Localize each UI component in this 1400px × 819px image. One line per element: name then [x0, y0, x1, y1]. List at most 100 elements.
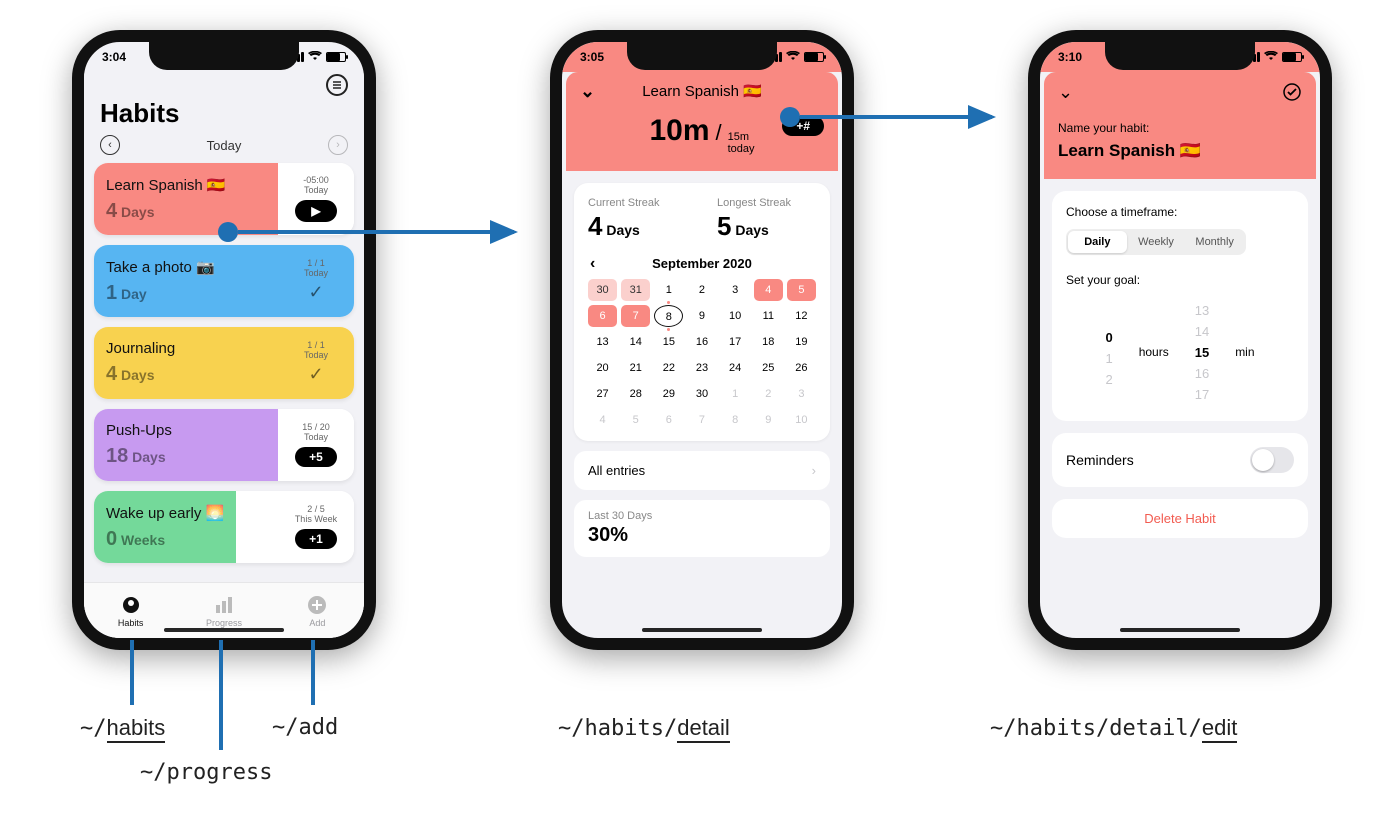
calendar-day[interactable]: 3 [721, 279, 750, 301]
streak-value: 5 Days [717, 211, 816, 242]
play-button[interactable]: ▶ [295, 200, 336, 222]
calendar-day[interactable]: 10 [721, 305, 750, 327]
seg-weekly[interactable]: Weekly [1127, 231, 1186, 253]
progress-goal: 15mtoday [728, 131, 755, 155]
calendar-day[interactable]: 23 [687, 357, 716, 379]
minutes-wheel[interactable]: 1314 15 1617 [1195, 303, 1209, 402]
chevron-right-icon: › [812, 463, 816, 478]
habit-card[interactable]: Learn Spanish 🇪🇸 4 Days -05:00Today ▶ [94, 163, 354, 235]
goal-picker[interactable]: 0 12 hours 1314 15 1617 min [1066, 297, 1294, 407]
calendar-day[interactable]: 24 [721, 357, 750, 379]
streak-label: Longest Streak [717, 197, 816, 209]
add-entry-button[interactable]: +# [782, 116, 824, 136]
calendar-day[interactable]: 25 [754, 357, 783, 379]
name-input[interactable]: Learn Spanish 🇪🇸 [1058, 141, 1302, 161]
progress-icon [213, 594, 235, 616]
calendar-day[interactable]: 18 [754, 331, 783, 353]
tab-label: Progress [206, 618, 242, 628]
habit-title: Push-Ups [106, 422, 266, 439]
status-time: 3:10 [1058, 50, 1082, 64]
phone-habits-list: 3:04 Habits ‹ Today › Learn Spanish 🇪🇸 4… [72, 30, 376, 650]
seg-monthly[interactable]: Monthly [1185, 231, 1244, 253]
calendar-day[interactable]: 9 [754, 409, 783, 431]
menu-icon[interactable] [326, 74, 348, 96]
calendar-day[interactable]: 13 [588, 331, 617, 353]
calendar-day[interactable]: 19 [787, 331, 816, 353]
calendar-day[interactable]: 28 [621, 383, 650, 405]
delete-habit-button[interactable]: Delete Habit [1052, 499, 1308, 538]
calendar-day[interactable]: 7 [687, 409, 716, 431]
dismiss-grabber-icon[interactable]: ⌄ [1058, 82, 1073, 107]
calendar-day[interactable]: 10 [787, 409, 816, 431]
calendar-day[interactable]: 5 [787, 279, 816, 301]
calendar-day[interactable]: 31 [621, 279, 650, 301]
calendar-day[interactable]: 1 [654, 279, 683, 301]
confirm-button[interactable] [1282, 82, 1302, 107]
habit-card[interactable]: Journaling 4 Days 1 / 1Today ✓ [94, 327, 354, 399]
prev-month-button[interactable]: ‹ [590, 255, 595, 273]
calendar-day[interactable]: 15 [654, 331, 683, 353]
calendar-day[interactable]: 2 [687, 279, 716, 301]
calendar-day[interactable]: 5 [621, 409, 650, 431]
calendar-day[interactable]: 20 [588, 357, 617, 379]
phone-habit-detail: 3:05 ⌄ Learn Spanish 🇪🇸 10m / 15mtoday +… [550, 30, 854, 650]
calendar-day[interactable]: 22 [654, 357, 683, 379]
calendar-day[interactable]: 30 [687, 383, 716, 405]
all-entries-row[interactable]: All entries › [574, 451, 830, 490]
calendar-day[interactable]: 17 [721, 331, 750, 353]
wifi-icon [1264, 50, 1278, 64]
hours-wheel[interactable]: 0 12 [1105, 318, 1112, 387]
seg-daily[interactable]: Daily [1068, 231, 1127, 253]
check-icon[interactable]: ✓ [308, 282, 323, 303]
calendar-day[interactable]: 26 [787, 357, 816, 379]
tab-add[interactable]: Add [271, 583, 364, 638]
status-time: 3:05 [580, 50, 604, 64]
calendar-day[interactable]: 8 [654, 305, 683, 327]
calendar-day[interactable]: 2 [754, 383, 783, 405]
increment-button[interactable]: +5 [295, 447, 337, 467]
habit-card[interactable]: Push-Ups 18 Days 15 / 20Today +5 [94, 409, 354, 481]
home-indicator [642, 628, 762, 632]
habit-streak: 0 Weeks [106, 528, 224, 551]
calendar-day[interactable]: 9 [687, 305, 716, 327]
calendar-day[interactable]: 11 [754, 305, 783, 327]
habit-title: Learn Spanish 🇪🇸 [642, 82, 762, 100]
calendar-day[interactable]: 6 [588, 305, 617, 327]
last-30-days-card: Last 30 Days 30% [574, 500, 830, 557]
next-day-button[interactable]: › [328, 135, 348, 155]
calendar-day[interactable]: 6 [654, 409, 683, 431]
add-icon [306, 594, 328, 616]
calendar-day[interactable]: 14 [621, 331, 650, 353]
timeframe-label: Choose a timeframe: [1066, 205, 1294, 219]
calendar-day[interactable]: 27 [588, 383, 617, 405]
route-habits: ~/habits [80, 715, 165, 743]
calendar-day[interactable]: 4 [588, 409, 617, 431]
calendar-day[interactable]: 8 [721, 409, 750, 431]
check-icon[interactable]: ✓ [308, 364, 323, 385]
route-detail: ~/habits/detail [558, 715, 730, 743]
increment-button[interactable]: +1 [295, 529, 337, 549]
calendar-day[interactable]: 4 [754, 279, 783, 301]
detail-header: ⌄ Learn Spanish 🇪🇸 10m / 15mtoday +# [566, 72, 838, 171]
calendar-day[interactable]: 21 [621, 357, 650, 379]
habit-title: Journaling [106, 340, 266, 357]
habit-streak: 18 Days [106, 445, 266, 468]
progress-value: 10m [649, 114, 709, 148]
reminders-toggle[interactable] [1250, 447, 1294, 473]
calendar-day[interactable]: 3 [787, 383, 816, 405]
calendar-day[interactable]: 1 [721, 383, 750, 405]
dismiss-grabber-icon[interactable]: ⌄ [580, 81, 595, 102]
calendar-day[interactable]: 29 [654, 383, 683, 405]
hours-unit: hours [1139, 345, 1169, 359]
prev-day-button[interactable]: ‹ [100, 135, 120, 155]
reminders-row[interactable]: Reminders [1052, 433, 1308, 487]
tab-label: Habits [118, 618, 144, 628]
timeframe-segmented[interactable]: Daily Weekly Monthly [1066, 229, 1246, 255]
calendar-day[interactable]: 30 [588, 279, 617, 301]
calendar-day[interactable]: 16 [687, 331, 716, 353]
habit-card[interactable]: Wake up early 🌅 0 Weeks 2 / 5This Week +… [94, 491, 354, 563]
calendar-day[interactable]: 7 [621, 305, 650, 327]
calendar-grid[interactable]: 3031123456789101112131415161718192021222… [588, 279, 816, 431]
habit-card[interactable]: Take a photo 📷 1 Day 1 / 1Today ✓ [94, 245, 354, 317]
calendar-day[interactable]: 12 [787, 305, 816, 327]
